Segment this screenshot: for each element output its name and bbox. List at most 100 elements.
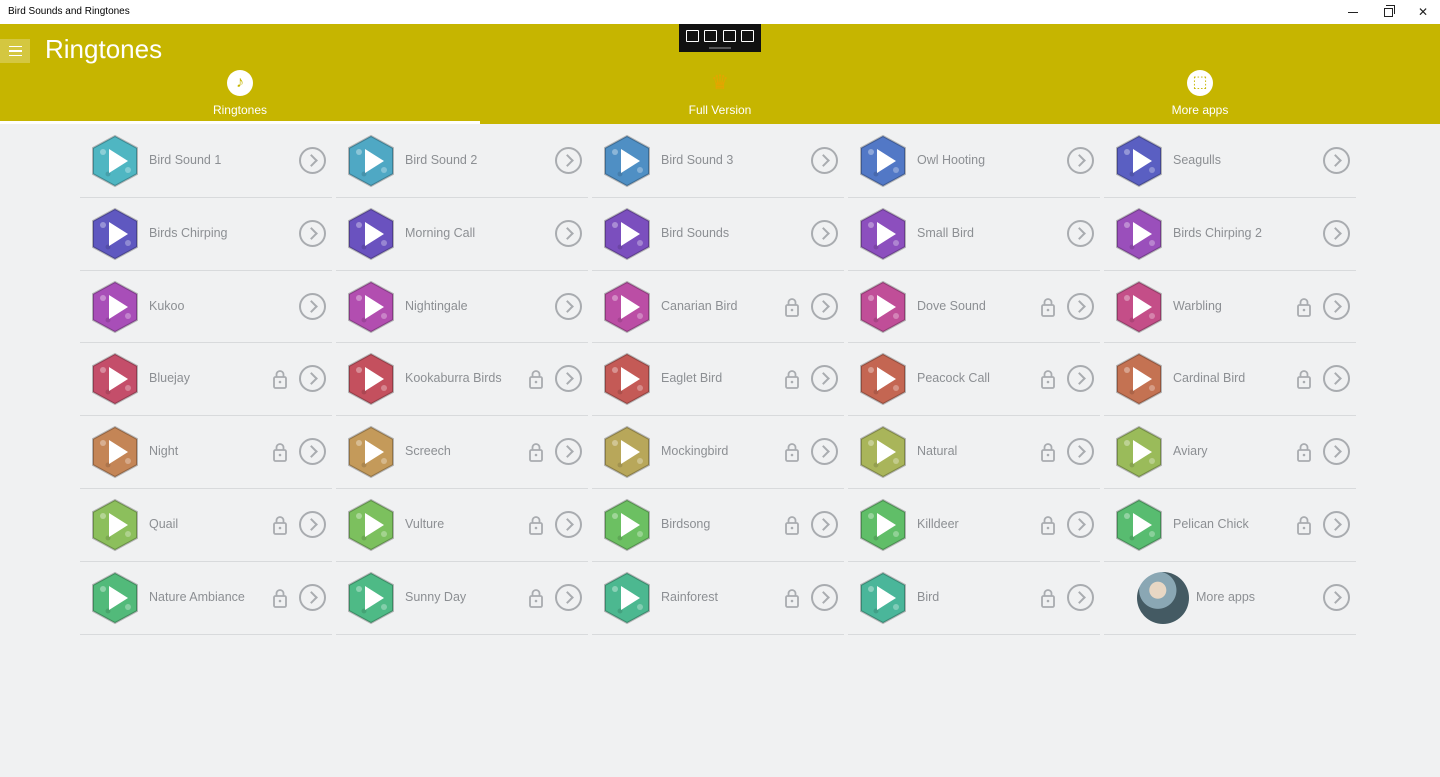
ringtone-item[interactable]: Dove Sound <box>848 271 1100 344</box>
chevron-right-icon[interactable] <box>299 438 326 466</box>
chevron-right-icon[interactable] <box>811 219 838 247</box>
play-icon[interactable] <box>88 134 142 188</box>
ringtone-item[interactable]: Seagulls <box>1104 125 1356 198</box>
play-icon[interactable] <box>600 571 654 625</box>
ringtone-item[interactable]: Screech <box>336 416 588 489</box>
play-icon[interactable] <box>344 498 398 552</box>
ringtone-item[interactable]: More apps <box>1104 562 1356 635</box>
play-icon[interactable] <box>856 498 910 552</box>
ringtone-item[interactable]: Owl Hooting <box>848 125 1100 198</box>
play-icon[interactable] <box>88 352 142 406</box>
select-tool-icon[interactable] <box>685 30 699 42</box>
ringtone-item[interactable]: Bird Sound 2 <box>336 125 588 198</box>
chevron-right-icon[interactable] <box>811 583 838 611</box>
ringtone-item[interactable]: Bird Sound 3 <box>592 125 844 198</box>
chevron-right-icon[interactable] <box>1323 438 1350 466</box>
ringtone-item[interactable]: Bluejay <box>80 343 332 417</box>
chevron-right-icon[interactable] <box>811 438 838 466</box>
chevron-right-icon[interactable] <box>811 147 838 174</box>
play-icon[interactable] <box>88 498 142 552</box>
chevron-right-icon[interactable] <box>811 292 838 320</box>
ringtone-item[interactable]: Morning Call <box>336 198 588 271</box>
play-icon[interactable] <box>856 352 910 406</box>
ringtone-item[interactable]: Bird Sounds <box>592 198 844 271</box>
ringtone-item[interactable]: Aviary <box>1104 416 1356 489</box>
ringtone-item[interactable]: Canarian Bird <box>592 271 844 344</box>
play-icon[interactable] <box>88 571 142 625</box>
play-icon[interactable] <box>600 280 654 334</box>
play-icon[interactable] <box>856 207 910 261</box>
play-icon[interactable] <box>344 425 398 479</box>
ringtone-item[interactable]: Birds Chirping <box>80 198 332 271</box>
ringtone-item[interactable]: Warbling <box>1104 271 1356 344</box>
chevron-right-icon[interactable] <box>1067 147 1094 174</box>
tab-ringtones[interactable]: ♪ Ringtones <box>0 69 480 124</box>
pointer-tool-icon[interactable] <box>704 30 718 42</box>
play-icon[interactable] <box>1112 352 1166 406</box>
chevron-right-icon[interactable] <box>299 147 326 174</box>
ringtone-item[interactable]: Cardinal Bird <box>1104 343 1356 417</box>
ringtone-item[interactable]: Eaglet Bird <box>592 343 844 417</box>
play-icon[interactable] <box>88 207 142 261</box>
ringtone-item[interactable]: Kukoo <box>80 271 332 344</box>
chevron-right-icon[interactable] <box>1067 219 1094 247</box>
play-icon[interactable] <box>856 425 910 479</box>
chevron-right-icon[interactable] <box>1323 219 1350 247</box>
chevron-right-icon[interactable] <box>555 365 582 393</box>
inspect-tool-icon[interactable] <box>741 30 755 42</box>
chevron-right-icon[interactable] <box>1323 365 1350 393</box>
chevron-right-icon[interactable] <box>299 510 326 538</box>
tab-full-version[interactable]: ♛ Full Version <box>480 69 960 124</box>
menu-button[interactable] <box>0 39 30 63</box>
chevron-right-icon[interactable] <box>1323 510 1350 538</box>
play-icon[interactable] <box>1112 498 1166 552</box>
play-icon[interactable] <box>1112 134 1166 188</box>
ringtone-item[interactable]: Bird <box>848 562 1100 635</box>
chevron-right-icon[interactable] <box>811 365 838 393</box>
ringtone-item[interactable]: Birds Chirping 2 <box>1104 198 1356 271</box>
play-icon[interactable] <box>600 352 654 406</box>
ringtone-item[interactable]: Sunny Day <box>336 562 588 635</box>
ringtone-item[interactable]: Birdsong <box>592 489 844 562</box>
chevron-right-icon[interactable] <box>1323 147 1350 174</box>
chevron-right-icon[interactable] <box>1067 365 1094 393</box>
play-icon[interactable] <box>600 207 654 261</box>
frame-tool-icon[interactable] <box>722 30 736 42</box>
restore-button[interactable] <box>1371 0 1405 24</box>
chevron-right-icon[interactable] <box>1323 292 1350 320</box>
play-icon[interactable] <box>600 498 654 552</box>
chevron-right-icon[interactable] <box>555 438 582 466</box>
chevron-right-icon[interactable] <box>299 292 326 320</box>
play-icon[interactable] <box>344 134 398 188</box>
chevron-right-icon[interactable] <box>299 219 326 247</box>
ringtone-item[interactable]: Nightingale <box>336 271 588 344</box>
play-icon[interactable] <box>344 352 398 406</box>
play-icon[interactable] <box>600 425 654 479</box>
ringtone-item[interactable]: Killdeer <box>848 489 1100 562</box>
play-icon[interactable] <box>1112 280 1166 334</box>
chevron-right-icon[interactable] <box>555 147 582 174</box>
chevron-right-icon[interactable] <box>1067 292 1094 320</box>
tab-more-apps[interactable]: ⬚ More apps <box>960 69 1440 124</box>
ringtone-item[interactable]: Peacock Call <box>848 343 1100 417</box>
play-icon[interactable] <box>88 280 142 334</box>
chevron-right-icon[interactable] <box>555 510 582 538</box>
play-icon[interactable] <box>344 207 398 261</box>
play-icon[interactable] <box>600 134 654 188</box>
ringtone-item[interactable]: Bird Sound 1 <box>80 125 332 198</box>
chevron-right-icon[interactable] <box>1067 583 1094 611</box>
play-icon[interactable] <box>1112 207 1166 261</box>
play-icon[interactable] <box>856 134 910 188</box>
minimize-button[interactable] <box>1336 0 1370 24</box>
ringtone-item[interactable]: Rainforest <box>592 562 844 635</box>
ringtone-item[interactable]: Vulture <box>336 489 588 562</box>
chevron-right-icon[interactable] <box>811 510 838 538</box>
ringtone-item[interactable]: Mockingbird <box>592 416 844 489</box>
play-icon[interactable] <box>1112 425 1166 479</box>
ringtone-item[interactable]: Small Bird <box>848 198 1100 271</box>
play-icon[interactable] <box>856 571 910 625</box>
chevron-right-icon[interactable] <box>555 583 582 611</box>
ringtone-item[interactable]: Kookaburra Birds <box>336 343 588 417</box>
chevron-right-icon[interactable] <box>299 583 326 611</box>
chevron-right-icon[interactable] <box>1067 438 1094 466</box>
